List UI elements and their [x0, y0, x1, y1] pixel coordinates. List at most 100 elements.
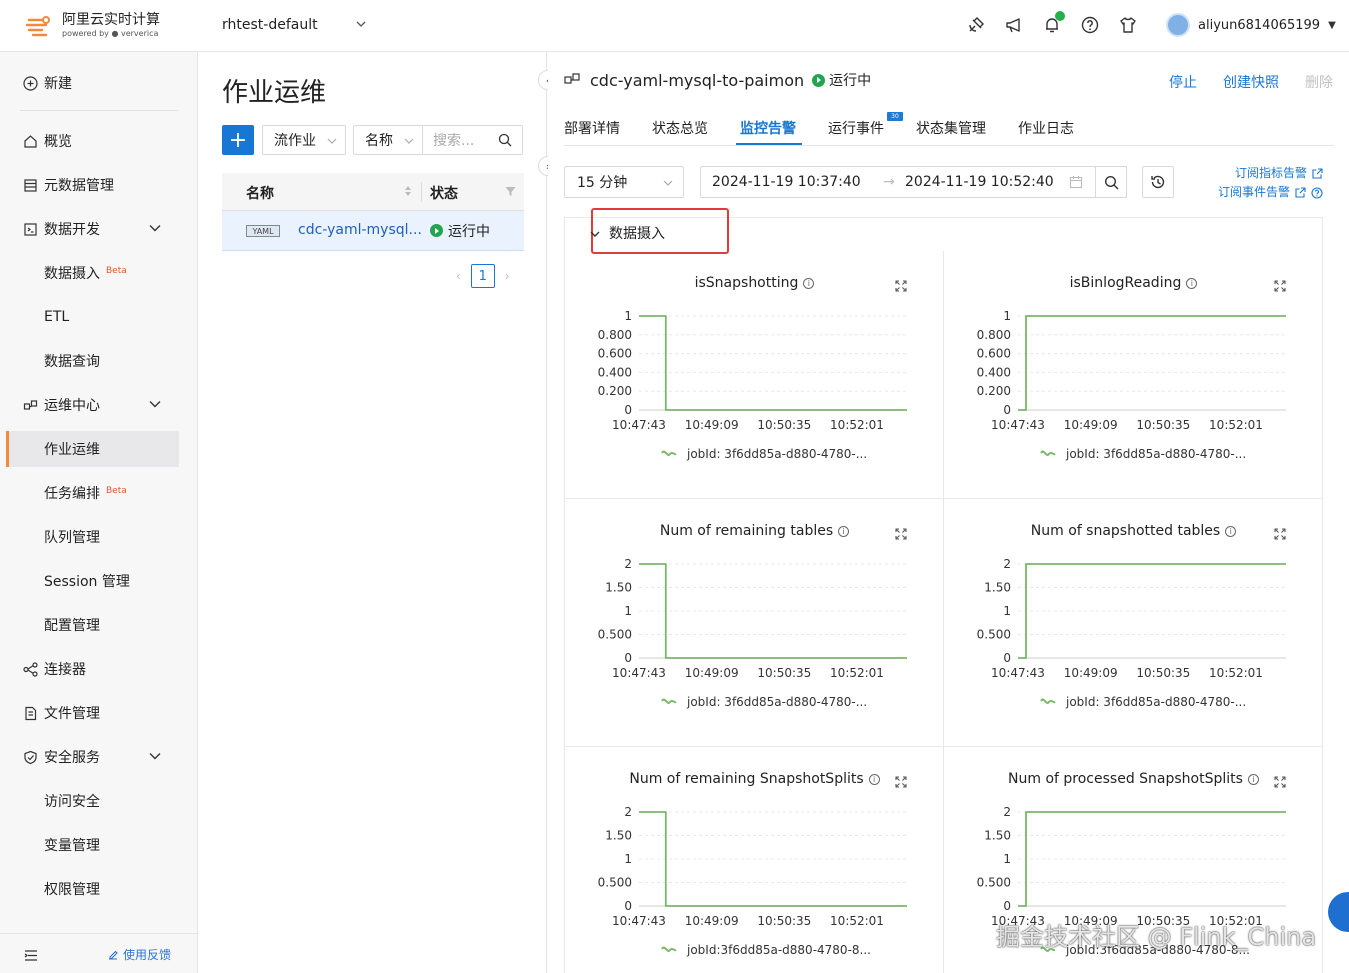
filter-icon[interactable]	[505, 185, 516, 201]
delete-button[interactable]: 删除	[1305, 72, 1333, 92]
chart-legend[interactable]: jobId: 3f6dd85a-d880-4780-...	[1040, 695, 1246, 709]
page-number[interactable]: 1	[470, 264, 495, 288]
x-tick-label: 10:52:01	[1209, 666, 1263, 680]
shirt-icon[interactable]	[1117, 14, 1139, 36]
y-tick-label: 0.800	[598, 328, 632, 342]
legend-line-icon	[661, 450, 677, 456]
nav-item-variables[interactable]: 变量管理	[0, 827, 198, 863]
series-line[interactable]	[639, 315, 907, 411]
nav-item-data-query[interactable]: 数据查询	[0, 343, 198, 379]
running-status-icon	[430, 224, 443, 237]
nav-item-permissions[interactable]: 权限管理	[0, 871, 198, 907]
subscribe-event-alert-link[interactable]: 订阅事件告警	[1218, 183, 1323, 202]
tab-monitoring[interactable]: 监控告警	[740, 118, 796, 138]
tab-job-logs[interactable]: 作业日志	[1018, 118, 1074, 138]
nav-item-connectors[interactable]: 连接器	[0, 651, 198, 687]
stop-button[interactable]: 停止	[1169, 72, 1197, 92]
create-snapshot-button[interactable]: 创建快照	[1223, 72, 1279, 92]
brand-logo[interactable]: 阿里云实时计算 powered by ● ververica	[25, 12, 160, 39]
nav-item-config[interactable]: 配置管理	[0, 607, 198, 643]
nav-label: 权限管理	[44, 882, 100, 898]
nav-item-metadata[interactable]: 元数据管理	[0, 167, 198, 203]
user-menu[interactable]: aliyun6814065199 ▼	[1166, 13, 1336, 37]
nav-item-ops-center[interactable]: 运维中心	[0, 387, 198, 423]
column-name-header: 名称	[246, 186, 274, 202]
workspace-select[interactable]: rhtest-default	[222, 17, 318, 33]
nav-item-security[interactable]: 安全服务	[0, 739, 198, 775]
history-icon	[1151, 175, 1165, 189]
nav-item-task-orchestration[interactable]: 任务编排 Beta	[0, 475, 198, 511]
x-tick-label: 10:49:09	[685, 418, 739, 432]
refresh-button[interactable]	[1142, 166, 1174, 198]
metric-chart-card: Num of remaining SnapshotSplits i 2 1.50 1 0.…	[565, 747, 944, 973]
chevron-down-icon[interactable]	[356, 18, 366, 32]
series-line[interactable]	[1018, 315, 1286, 411]
line-chart: 2 1.50 1 0.500 010:47:43 10:49:09 10:50:35 10:5…	[598, 805, 907, 928]
y-tick-label: 0	[1003, 651, 1011, 665]
feedback-link[interactable]: 使用反馈	[107, 946, 171, 963]
satellite-icon[interactable]	[965, 14, 987, 36]
start-time[interactable]: 2024-11-19 10:37:40	[712, 174, 861, 190]
announcement-icon[interactable]	[1003, 14, 1025, 36]
search-field-select[interactable]: 名称	[353, 125, 423, 155]
edit-icon	[109, 950, 118, 960]
time-range-select[interactable]: 15 分钟	[564, 166, 684, 198]
nav-item-data-ingestion[interactable]: 数据摄入 Beta	[0, 255, 198, 291]
nav-new[interactable]: 新建	[0, 65, 198, 101]
subscribe-event-label: 订阅事件告警	[1217, 185, 1290, 199]
date-range-picker[interactable]: 2024-11-19 10:37:40 → 2024-11-19 10:52:4…	[700, 166, 1096, 198]
job-status: 运行中	[448, 224, 490, 240]
nav-label: 文件管理	[44, 706, 100, 722]
brand-name: 阿里云实时计算	[62, 12, 160, 28]
x-tick-label: 10:49:09	[1064, 666, 1118, 680]
nav-item-queue[interactable]: 队列管理	[0, 519, 198, 555]
metric-chart-card: Num of snapshotted tables i 2 1.50 1 0.500 0 10…	[944, 499, 1323, 747]
nav-item-etl[interactable]: ETL	[0, 299, 198, 335]
nav-item-access-security[interactable]: 访问安全	[0, 783, 198, 819]
tab-state-overview[interactable]: 状态总览	[652, 118, 708, 138]
nav-item-files[interactable]: 文件管理	[0, 695, 198, 731]
nav-item-session[interactable]: Session 管理	[0, 563, 198, 599]
x-tick-label: 10:49:09	[685, 914, 739, 928]
chart-legend[interactable]: jobId: 3f6dd85a-d880-4780-...	[661, 695, 867, 709]
sort-icon[interactable]	[404, 185, 412, 201]
calendar-icon	[1069, 175, 1083, 193]
search-input[interactable]: 搜索...	[423, 125, 523, 155]
subscribe-metric-alert-link[interactable]: 订阅指标告警	[1218, 164, 1323, 183]
nav-label: 访问安全	[44, 794, 100, 810]
tab-state-sets[interactable]: 状态集管理	[916, 118, 986, 138]
left-nav: 新建 概览 元数据管理 数据开发 数据摄入 Beta ETL 数据查询 运维中心 …	[0, 52, 198, 973]
y-tick-label: 0	[624, 899, 632, 913]
add-job-button[interactable]: +	[222, 125, 254, 155]
menu-collapse-icon[interactable]	[24, 947, 38, 966]
code-icon	[22, 221, 38, 237]
chart-legend[interactable]: jobId: 3f6dd85a-d880-4780-...	[661, 447, 867, 461]
feedback-label: 使用反馈	[123, 948, 172, 962]
job-name-link[interactable]: cdc-yaml-mysql...	[298, 222, 422, 238]
chevron-down-icon	[589, 228, 601, 244]
brand-powered: powered by	[62, 29, 109, 38]
table-row[interactable]: YAML cdc-yaml-mysql... 运行中	[222, 211, 524, 251]
help-icon[interactable]	[1079, 14, 1101, 36]
metric-chart-card: isBinlogReading i 1 0.800 0.600 0.400 0.200 0 10…	[944, 251, 1323, 499]
chart-legend[interactable]: jobId: 3f6dd85a-d880-4780-...	[1040, 447, 1246, 461]
tab-events[interactable]: 运行事件	[828, 118, 884, 138]
y-tick-label: 2	[1003, 805, 1011, 819]
section-header[interactable]: 数据摄入	[564, 208, 1323, 254]
nav-item-data-dev[interactable]: 数据开发	[0, 211, 198, 247]
chart-legend[interactable]: jobId:3f6dd85a-d880-4780-8...	[661, 943, 871, 957]
nav-item-job-ops[interactable]: 作业运维	[6, 431, 179, 467]
help-icon	[1311, 186, 1323, 199]
date-search-button[interactable]	[1095, 166, 1127, 198]
prev-page-icon[interactable]: ‹	[456, 269, 461, 283]
job-type-select[interactable]: 流作业	[262, 125, 346, 155]
end-time[interactable]: 2024-11-19 10:52:40	[905, 174, 1054, 190]
bell-icon[interactable]	[1041, 11, 1065, 36]
legend-label: jobId: 3f6dd85a-d880-4780-...	[687, 695, 868, 709]
search-icon[interactable]	[498, 133, 512, 151]
tab-deploy-details[interactable]: 部署详情	[564, 118, 620, 138]
nav-item-overview[interactable]: 概览	[0, 123, 198, 159]
x-tick-label: 10:50:35	[1136, 666, 1190, 680]
x-tick-label: 10:49:09	[685, 666, 739, 680]
next-page-icon[interactable]: ›	[505, 269, 510, 283]
